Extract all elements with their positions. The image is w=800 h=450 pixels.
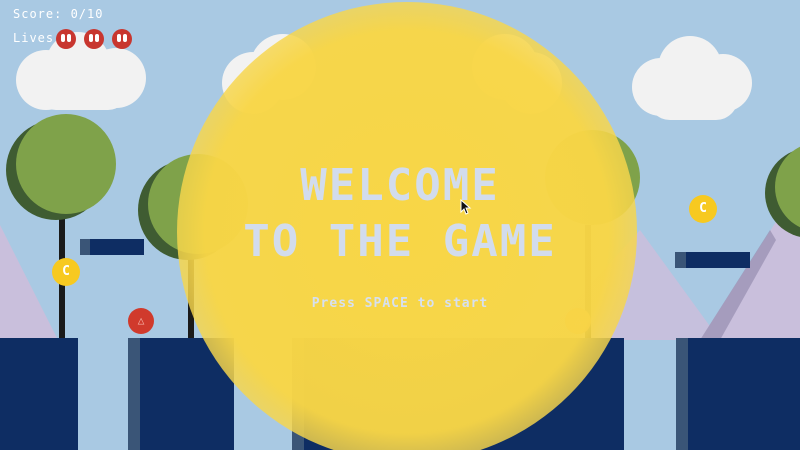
lives-label: Lives:	[13, 31, 63, 45]
score-display: Score: 0/10	[13, 7, 104, 21]
ground-pillar-2-shadow	[128, 338, 140, 450]
ground-pillar-1	[0, 338, 78, 450]
game-canvas[interactable]: C C △ △ WELCOME TO THE GAME Press SPACE …	[0, 0, 800, 450]
welcome-title-line2: TO THE GAME	[243, 216, 557, 267]
start-prompt: Press SPACE to start	[311, 296, 489, 311]
life-icon	[56, 29, 76, 49]
cloud-right	[632, 36, 752, 124]
ground-pillar-4	[688, 338, 800, 450]
life-icon	[112, 29, 132, 49]
ground-pillar-4-shadow	[676, 338, 688, 450]
life-icon	[84, 29, 104, 49]
enemy-spike: △	[128, 308, 154, 334]
welcome-title-line1: WELCOME	[300, 160, 500, 211]
mouse-cursor-icon	[460, 199, 472, 215]
